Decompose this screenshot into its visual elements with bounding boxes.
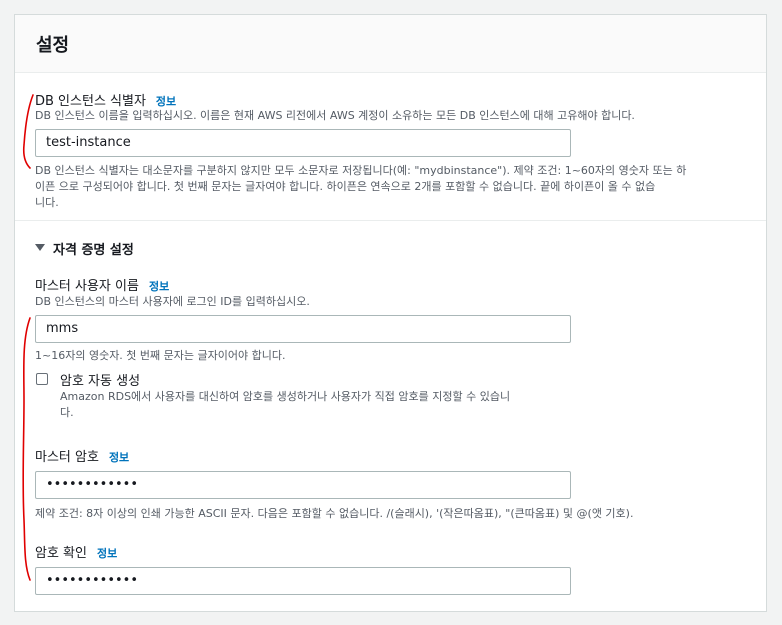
auto-generate-description-line: Amazon RDS에서 사용자를 대신하여 암호를 생성하거나 사용자가 직접… [60,390,511,403]
master-password-info-link[interactable]: 정보 [109,451,129,464]
auto-generate-password-description: Amazon RDS에서 사용자를 대신하여 암호를 생성하거나 사용자가 직접… [60,389,580,421]
confirm-password-label-row: 암호 확인 정보 [35,542,117,561]
master-password-input[interactable]: •••••••••••• [35,471,571,499]
caret-down-icon [35,244,45,251]
master-password-constraint: 제약 조건: 8자 이상의 인쇄 가능한 ASCII 문자. 다음은 포함할 수… [35,507,634,520]
auto-generate-password-checkbox[interactable] [36,373,48,385]
master-password-label-row: 마스터 암호 정보 [35,446,129,465]
master-username-description: DB 인스턴스의 마스터 사용자에 로그인 ID를 입력하십시오. [35,295,310,308]
db-identifier-constraint: DB 인스턴스 식별자는 대소문자를 구분하지 않지만 모두 소문자로 저장됩니… [35,163,760,211]
master-username-info-link[interactable]: 정보 [149,280,169,293]
db-identifier-input[interactable]: test-instance [35,129,571,157]
master-username-constraint: 1~16자의 영숫자. 첫 번째 문자는 글자이어야 합니다. [35,349,286,362]
master-password-label: 마스터 암호 [35,450,99,465]
auto-generate-password-label[interactable]: 암호 자동 생성 [60,370,140,389]
master-username-input[interactable]: mms [35,315,571,343]
confirm-password-input[interactable]: •••••••••••• [35,567,571,595]
db-identifier-label: DB 인스턴스 식별자 [35,94,146,109]
db-identifier-description: DB 인스턴스 이름을 입력하십시오. 이름은 현재 AWS 리전에서 AWS … [35,109,635,122]
section-divider [15,220,766,221]
panel-header: 설정 [15,15,766,73]
credentials-section-title: 자격 증명 설정 [53,243,134,258]
db-identifier-label-row: DB 인스턴스 식별자 정보 [35,90,176,109]
master-username-label: 마스터 사용자 이름 [35,279,139,294]
db-identifier-info-link[interactable]: 정보 [156,95,176,108]
confirm-password-info-link[interactable]: 정보 [97,547,117,560]
settings-panel: 설정 DB 인스턴스 식별자 정보 DB 인스턴스 이름을 입력하십시오. 이름은… [14,14,767,612]
master-username-label-row: 마스터 사용자 이름 정보 [35,275,169,294]
confirm-password-label: 암호 확인 [35,546,87,561]
panel-title: 설정 [36,35,70,56]
db-identifier-constraint-line: 이픈 으로 구성되어야 합니다. 첫 번째 문자는 글자여야 합니다. 하이픈은… [35,180,656,193]
auto-generate-description-line: 다. [60,406,74,419]
db-identifier-constraint-line: 니다. [35,196,59,209]
db-identifier-constraint-line: DB 인스턴스 식별자는 대소문자를 구분하지 않지만 모두 소문자로 저장됩니… [35,164,687,177]
